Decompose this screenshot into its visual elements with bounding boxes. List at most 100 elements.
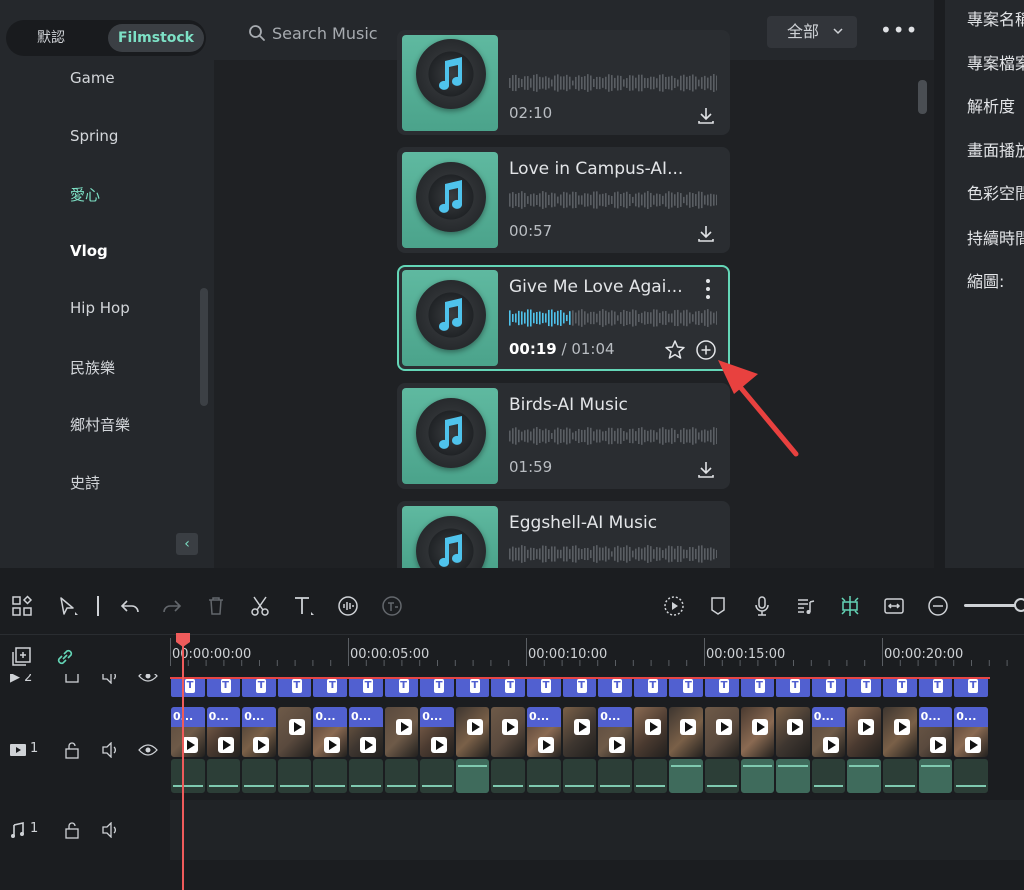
title-clip[interactable]: T (561, 676, 598, 698)
category-item[interactable]: Game (70, 69, 115, 87)
redo-icon[interactable] (160, 594, 184, 618)
video-clip[interactable] (383, 706, 420, 758)
search-input[interactable]: Search Music (272, 24, 378, 43)
track-volume-icon[interactable] (100, 742, 120, 758)
tab-default[interactable]: 默認 (16, 24, 86, 52)
render-preview-icon[interactable] (662, 594, 686, 618)
marker-icon[interactable] (706, 594, 730, 618)
text-tool-icon[interactable] (292, 594, 316, 618)
layout-icon[interactable] (10, 594, 34, 618)
star-icon[interactable] (664, 339, 686, 361)
select-cursor-icon[interactable] (56, 594, 80, 618)
music-track-area[interactable] (170, 800, 1024, 860)
scissors-icon[interactable] (248, 594, 272, 618)
audio-clip[interactable] (739, 758, 776, 794)
audio-clip[interactable] (846, 758, 882, 794)
audio-clip[interactable] (953, 758, 989, 794)
title-clip[interactable]: T (383, 676, 420, 698)
title-clip[interactable]: T (846, 676, 882, 698)
video-clip[interactable]: 0... (953, 706, 989, 758)
tab-filmstock[interactable]: Filmstock (108, 24, 204, 52)
audio-clip[interactable] (882, 758, 918, 794)
title-clip[interactable]: T (917, 676, 954, 698)
video-clip[interactable] (882, 706, 918, 758)
video-clip[interactable] (739, 706, 776, 758)
title-clip[interactable]: T (348, 676, 384, 698)
download-icon[interactable] (696, 105, 716, 125)
delete-icon[interactable] (204, 594, 228, 618)
speech-to-text-icon[interactable] (380, 594, 404, 618)
download-icon[interactable] (696, 223, 716, 243)
more-options-button[interactable]: ••• (880, 18, 917, 42)
category-item[interactable]: Vlog (70, 242, 108, 260)
fit-timeline-icon[interactable] (882, 594, 906, 618)
track-volume-icon[interactable] (100, 674, 120, 684)
video-clip[interactable]: 0... (597, 706, 633, 758)
video-clip[interactable]: 0... (348, 706, 384, 758)
link-icon[interactable] (54, 646, 76, 668)
title-clip[interactable]: T (775, 676, 811, 698)
category-item[interactable]: Spring (70, 127, 118, 145)
video-clip[interactable]: 0... (170, 706, 206, 758)
video-clip[interactable] (846, 706, 882, 758)
title-clip[interactable]: T (419, 676, 455, 698)
audio-clip[interactable] (526, 758, 562, 794)
filter-dropdown[interactable]: 全部 (767, 16, 857, 48)
audio-clip[interactable] (775, 758, 811, 794)
library-scrollbar[interactable] (918, 80, 927, 114)
title-clip[interactable]: T (205, 676, 242, 698)
audio-clip[interactable] (704, 758, 740, 794)
title-clip[interactable]: T (668, 676, 704, 698)
audio-clip[interactable] (632, 758, 669, 794)
track-visibility-icon[interactable] (138, 742, 158, 758)
video-clip[interactable] (775, 706, 811, 758)
title-clip[interactable]: T (170, 676, 206, 698)
video-clip[interactable]: 0... (241, 706, 277, 758)
music-card[interactable]: Birds-AI Music 01:59 (397, 383, 730, 489)
audio-clip[interactable] (241, 758, 277, 794)
track-lock-icon[interactable] (64, 821, 80, 839)
music-card[interactable]: 02:10 (397, 30, 730, 135)
video-clip[interactable]: 0... (419, 706, 455, 758)
audio-clip[interactable] (383, 758, 420, 794)
video-clip[interactable]: 0... (917, 706, 954, 758)
undo-icon[interactable] (118, 594, 142, 618)
track-lock-icon[interactable] (64, 674, 80, 684)
audio-clip[interactable] (917, 758, 954, 794)
track-volume-icon[interactable] (100, 822, 120, 838)
search-icon[interactable] (248, 24, 266, 42)
video-clip[interactable] (276, 706, 313, 758)
playback-waveform[interactable] (509, 307, 717, 329)
title-clip[interactable]: T (704, 676, 740, 698)
snap-magnet-icon[interactable] (838, 594, 862, 618)
audio-clip[interactable] (668, 758, 704, 794)
title-clip[interactable]: T (454, 676, 491, 698)
video-clip[interactable] (490, 706, 526, 758)
title-clip[interactable]: T (312, 676, 348, 698)
audio-clip[interactable] (597, 758, 633, 794)
audio-clip[interactable] (205, 758, 242, 794)
music-card[interactable]: Love in Campus-AI... 00:57 (397, 147, 730, 253)
category-item[interactable]: 民族樂 (70, 357, 115, 378)
zoom-out-icon[interactable] (926, 594, 950, 618)
video-clip[interactable]: 0... (526, 706, 562, 758)
title-clip[interactable]: T (526, 676, 562, 698)
zoom-slider-handle[interactable] (1014, 598, 1024, 612)
microphone-icon[interactable] (750, 594, 774, 618)
video-clip[interactable] (632, 706, 669, 758)
video-clip[interactable]: 0... (810, 706, 847, 758)
category-item[interactable]: 史詩 (70, 472, 100, 493)
track-visibility-icon[interactable] (138, 674, 158, 684)
audio-clip[interactable] (454, 758, 491, 794)
music-list-icon[interactable] (794, 594, 818, 618)
add-track-icon[interactable] (10, 646, 34, 668)
audio-clip[interactable] (312, 758, 348, 794)
zoom-slider[interactable] (964, 604, 1020, 607)
title-clip[interactable]: T (953, 676, 989, 698)
collapse-sidebar-button[interactable]: ‹ (176, 533, 198, 555)
category-item[interactable]: 鄉村音樂 (70, 414, 130, 435)
video-clip[interactable] (454, 706, 491, 758)
title-clip[interactable]: T (810, 676, 847, 698)
video-clip[interactable]: 0... (312, 706, 348, 758)
audio-edit-icon[interactable] (336, 594, 360, 618)
